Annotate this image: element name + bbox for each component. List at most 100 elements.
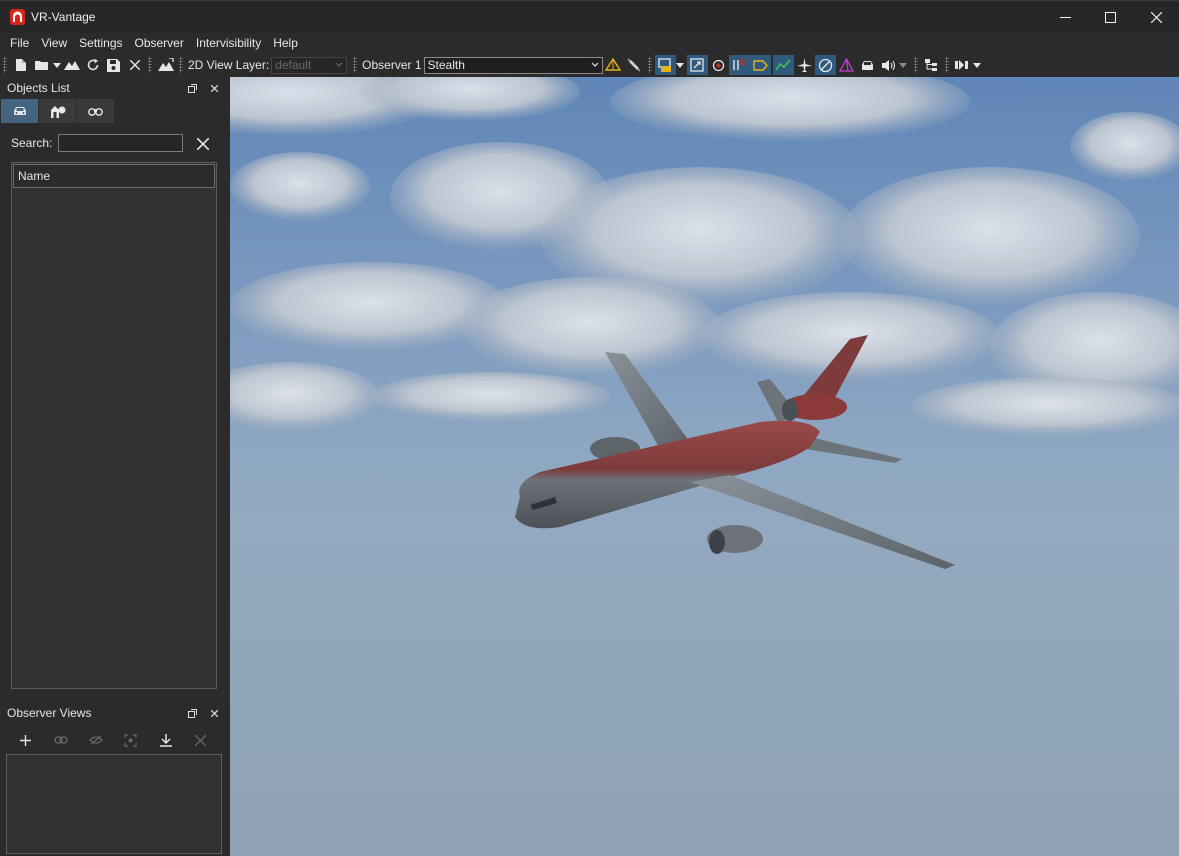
add-view-button[interactable]	[8, 729, 43, 751]
observer-views-toolbar	[8, 729, 218, 751]
view-mode-button[interactable]	[654, 55, 676, 75]
column-header-name[interactable]: Name	[13, 164, 215, 188]
objects-list[interactable]: Name	[11, 162, 217, 689]
link-icon	[53, 736, 68, 744]
objects-list-close-button[interactable]	[207, 81, 221, 95]
speaker-icon	[881, 59, 895, 71]
objects-list-title: Objects List	[7, 81, 70, 95]
toolbar-grip[interactable]	[913, 57, 918, 73]
close-scenario-button[interactable]	[124, 55, 145, 75]
new-file-button[interactable]	[10, 55, 31, 75]
observer-mode-select[interactable]: Stealth	[423, 56, 603, 74]
title-bar: VR-Vantage	[0, 0, 1179, 33]
toolbar-grip[interactable]	[148, 57, 152, 73]
observer-views-list[interactable]	[6, 754, 222, 854]
link-view-button[interactable]	[43, 729, 78, 751]
vehicle-button[interactable]	[857, 55, 878, 75]
aircraft-icon	[796, 57, 812, 72]
path-button[interactable]	[772, 55, 794, 75]
maximize-button[interactable]	[1087, 1, 1133, 34]
view-layer-label: 2D View Layer:	[188, 58, 270, 72]
tab-buildings[interactable]	[39, 99, 77, 123]
close-icon	[197, 138, 209, 150]
menu-help[interactable]: Help	[267, 33, 304, 53]
zoom-extent-icon	[690, 58, 704, 72]
tab-observers[interactable]	[77, 99, 115, 123]
menu-view[interactable]: View	[35, 33, 73, 53]
toolbar-grip[interactable]	[944, 57, 949, 73]
save-button[interactable]	[103, 55, 124, 75]
track-button[interactable]	[728, 55, 750, 75]
path-icon	[775, 59, 791, 71]
menu-settings[interactable]: Settings	[73, 33, 128, 53]
delete-view-button[interactable]	[183, 729, 218, 751]
terrain-edit-button[interactable]	[155, 55, 176, 75]
pyramid-icon	[838, 57, 854, 72]
audio-dropdown[interactable]	[899, 55, 908, 75]
search-input[interactable]	[58, 134, 183, 152]
vehicle-icon	[861, 60, 873, 70]
view-mode-dropdown[interactable]	[676, 55, 685, 75]
zoom-extent-button[interactable]	[686, 55, 708, 75]
maximize-icon	[1104, 12, 1116, 23]
objects-list-float-button[interactable]	[185, 81, 199, 95]
hierarchy-button[interactable]	[921, 55, 942, 75]
aircraft-button[interactable]	[794, 55, 815, 75]
observer-views-close-button[interactable]	[207, 706, 221, 720]
binoculars-icon	[88, 108, 103, 116]
no-fly-button[interactable]	[814, 55, 836, 75]
toolbar-grip[interactable]	[353, 57, 358, 73]
delete-icon	[195, 734, 206, 746]
view-mode-icon	[658, 58, 672, 72]
chevron-down-icon	[335, 62, 343, 67]
folder-icon	[34, 61, 48, 70]
tab-vehicles[interactable]	[1, 99, 39, 123]
chevron-down-icon	[52, 62, 61, 68]
minimize-button[interactable]	[1042, 1, 1088, 34]
playback-dropdown[interactable]	[973, 55, 982, 75]
audio-button[interactable]	[878, 55, 899, 75]
measure-button[interactable]	[624, 55, 645, 75]
save-icon	[107, 58, 120, 72]
observer-views-title: Observer Views	[7, 706, 92, 720]
window-title: VR-Vantage	[31, 10, 96, 24]
search-label: Search:	[11, 136, 53, 150]
view-layer-select[interactable]: default	[271, 56, 348, 74]
toolbar-grip[interactable]	[647, 57, 652, 73]
label-button[interactable]	[749, 55, 771, 75]
terrain-button[interactable]	[61, 55, 82, 75]
3d-viewport[interactable]	[230, 77, 1179, 856]
chevron-down-icon	[676, 62, 685, 68]
hide-view-button[interactable]	[78, 729, 113, 751]
label-icon	[752, 59, 768, 71]
menu-intervisibility[interactable]: Intervisibility	[190, 33, 267, 53]
menu-observer[interactable]: Observer	[129, 33, 190, 53]
ruler-icon	[627, 58, 641, 72]
observer-cone-button[interactable]	[603, 55, 624, 75]
terrain-edit-icon	[157, 58, 174, 71]
view-layer-value: default	[275, 58, 312, 72]
open-folder-button[interactable]	[31, 55, 52, 75]
reload-button[interactable]	[82, 55, 103, 75]
open-dropdown-button[interactable]	[52, 55, 61, 75]
close-button[interactable]	[1133, 1, 1179, 34]
pyramid-button[interactable]	[836, 55, 857, 75]
target-button[interactable]	[708, 55, 729, 75]
download-view-button[interactable]	[148, 729, 183, 751]
menu-file[interactable]: File	[4, 33, 35, 53]
observer-views-float-button[interactable]	[185, 706, 199, 720]
left-dock: Objects List Search: Name Observer Views	[0, 77, 229, 856]
search-clear-button[interactable]	[194, 135, 212, 153]
toolbar-grip[interactable]	[179, 57, 183, 73]
close-icon	[210, 84, 218, 92]
target-icon	[712, 59, 724, 71]
focus-icon	[124, 733, 137, 747]
focus-view-button[interactable]	[113, 729, 148, 751]
no-fly-icon	[818, 58, 832, 72]
chevron-down-icon	[591, 62, 598, 67]
hierarchy-icon	[925, 59, 938, 71]
minimize-icon	[1059, 17, 1071, 18]
toolbar-grip[interactable]	[3, 57, 7, 73]
playback-button[interactable]	[952, 55, 973, 75]
playback-icon	[955, 60, 969, 70]
